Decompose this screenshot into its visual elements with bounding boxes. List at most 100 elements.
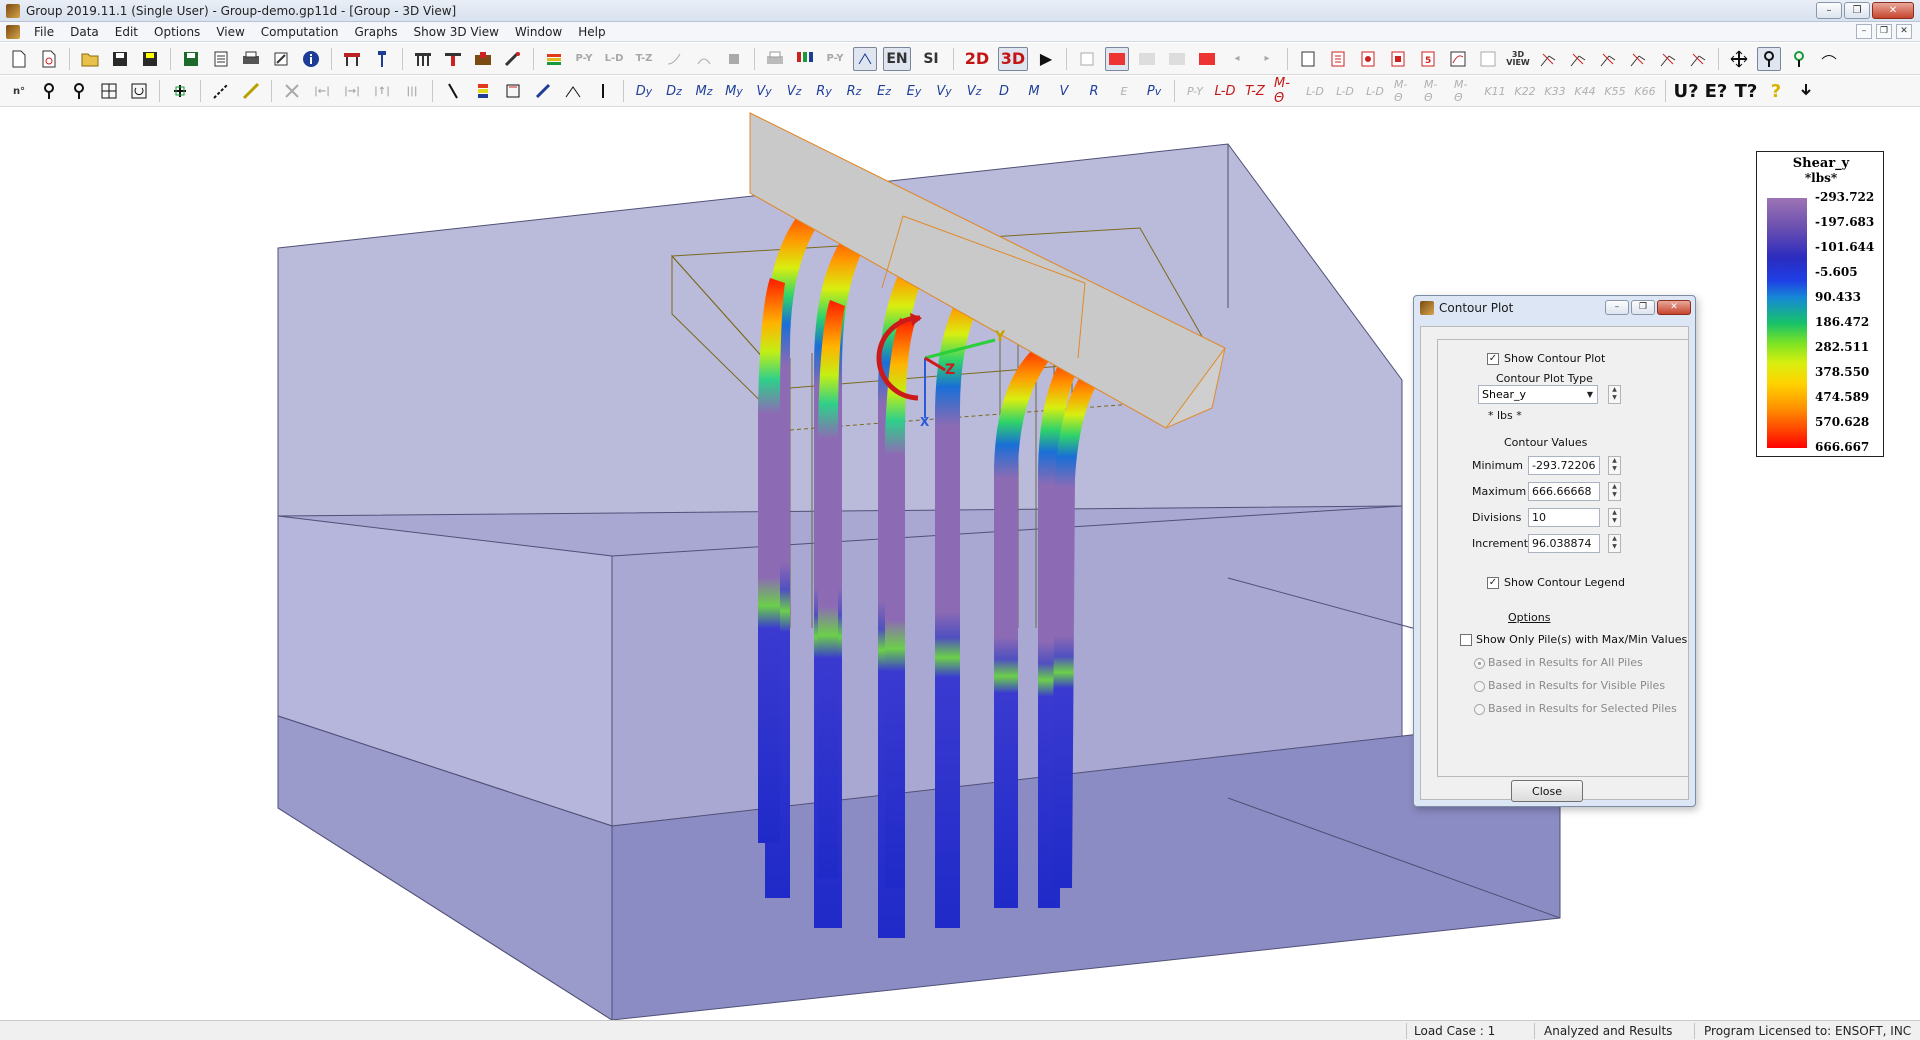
stiffness-y-icon[interactable]: Ey bbox=[902, 79, 926, 103]
k11-irp-icon[interactable]: K11 bbox=[1483, 79, 1507, 103]
report-page-icon[interactable] bbox=[1296, 47, 1320, 71]
refresh-icon[interactable] bbox=[127, 79, 151, 103]
move-right-icon[interactable]: |→| bbox=[340, 79, 364, 103]
pin-icon[interactable] bbox=[37, 79, 61, 103]
pile-cap-icon[interactable] bbox=[340, 47, 364, 71]
menu-view[interactable]: View bbox=[208, 25, 252, 39]
dialog-maximize-button[interactable]: ❐ bbox=[1631, 300, 1655, 315]
doc-restore-button[interactable]: ❐ bbox=[1876, 24, 1892, 39]
case-icon[interactable] bbox=[1105, 46, 1129, 71]
ld-irp2-icon[interactable]: L-D bbox=[1333, 79, 1357, 103]
show-contour-legend-checkbox[interactable]: ✓ bbox=[1487, 577, 1499, 589]
select-pile-icon[interactable] bbox=[1757, 46, 1781, 71]
deflection-d-icon[interactable]: D bbox=[992, 79, 1016, 103]
minimize-button[interactable]: – bbox=[1816, 2, 1842, 19]
load-level-icon[interactable] bbox=[591, 79, 615, 103]
k66-irp-icon[interactable]: K66 bbox=[1633, 79, 1657, 103]
contour-icon[interactable] bbox=[471, 79, 495, 103]
radio-all-piles[interactable] bbox=[1474, 658, 1485, 669]
results-icon[interactable] bbox=[1386, 47, 1410, 71]
ld-pile-icon[interactable] bbox=[853, 46, 877, 71]
document-icon[interactable] bbox=[6, 24, 20, 39]
radio-selected-piles[interactable] bbox=[1474, 704, 1485, 715]
shear-curve-icon[interactable] bbox=[692, 47, 716, 71]
new-template-icon[interactable] bbox=[37, 47, 61, 71]
rotate-xz-icon[interactable] bbox=[1566, 47, 1590, 71]
menu-edit[interactable]: Edit bbox=[107, 25, 146, 39]
menu-graphs[interactable]: Graphs bbox=[346, 25, 405, 39]
move-up-icon[interactable]: |↑| bbox=[370, 79, 394, 103]
save-icon[interactable] bbox=[108, 47, 132, 71]
load-arrow-icon[interactable] bbox=[561, 79, 585, 103]
increment-spinner[interactable]: ▲ ▼ bbox=[1608, 534, 1621, 553]
help-e-button[interactable]: E? bbox=[1704, 79, 1728, 103]
help-u-button[interactable]: U? bbox=[1673, 79, 1698, 103]
graph-alt-icon[interactable] bbox=[1476, 47, 1500, 71]
stiffness-e-icon[interactable]: E bbox=[1112, 79, 1136, 103]
grid-icon[interactable] bbox=[97, 79, 121, 103]
rotate-yz-icon[interactable] bbox=[1596, 47, 1620, 71]
save-results-icon[interactable] bbox=[179, 47, 203, 71]
m-theta-irp-icon[interactable]: M-Θ bbox=[1393, 78, 1417, 104]
doc-minimize-button[interactable]: – bbox=[1856, 24, 1872, 39]
soil-icon[interactable] bbox=[471, 47, 495, 71]
maximum-spinner[interactable]: ▲ ▼ bbox=[1608, 482, 1621, 501]
save-as-icon[interactable] bbox=[138, 47, 162, 71]
shear-vz-icon[interactable]: Vz bbox=[962, 79, 986, 103]
loads-icon[interactable] bbox=[501, 47, 525, 71]
ld-irp3-icon[interactable]: L-D bbox=[1363, 79, 1387, 103]
pan-icon[interactable] bbox=[1727, 47, 1751, 71]
section-icon[interactable] bbox=[501, 79, 525, 103]
rotate-z-icon[interactable] bbox=[1686, 47, 1710, 71]
menu-options[interactable]: Options bbox=[146, 25, 208, 39]
print-icon[interactable] bbox=[239, 47, 263, 71]
dxf-icon[interactable]: 5 bbox=[1416, 47, 1440, 71]
node-icon[interactable]: n° bbox=[7, 79, 31, 103]
shear-z-icon[interactable]: Vz bbox=[782, 79, 806, 103]
k55-irp-icon[interactable]: K55 bbox=[1603, 79, 1627, 103]
single-pile-icon[interactable] bbox=[370, 47, 394, 71]
pile-vertical-icon[interactable]: Pv bbox=[1142, 79, 1166, 103]
summary-icon[interactable] bbox=[1356, 47, 1380, 71]
help-question-button[interactable]: ? bbox=[1764, 79, 1788, 103]
delete-pile-icon[interactable] bbox=[280, 79, 304, 103]
menu-help[interactable]: Help bbox=[570, 25, 613, 39]
increment-input[interactable] bbox=[1528, 534, 1600, 553]
pile-group-icon[interactable] bbox=[411, 47, 435, 71]
view-2d-button[interactable]: 2D bbox=[962, 47, 992, 71]
moment-z-icon[interactable]: Mz bbox=[692, 79, 716, 103]
close-button[interactable]: ✕ bbox=[1872, 2, 1914, 19]
doc-close-button[interactable]: ✕ bbox=[1896, 24, 1912, 39]
minimum-spinner[interactable]: ▲ ▼ bbox=[1608, 456, 1621, 475]
deflection-z-icon[interactable]: Dz bbox=[662, 79, 686, 103]
ld-curve-icon[interactable]: L-D bbox=[602, 47, 626, 71]
pile-layout-icon[interactable] bbox=[168, 79, 192, 103]
report-icon[interactable] bbox=[209, 47, 233, 71]
edit-icon[interactable] bbox=[269, 47, 293, 71]
shear-v-icon[interactable]: V bbox=[1052, 79, 1076, 103]
reaction-r-icon[interactable]: R bbox=[1082, 79, 1106, 103]
shear-y-icon[interactable]: Vy bbox=[752, 79, 776, 103]
measure-icon[interactable] bbox=[239, 79, 263, 103]
layers-icon[interactable] bbox=[542, 47, 566, 71]
english-units-button[interactable]: EN bbox=[883, 46, 911, 71]
dialog-title-bar[interactable]: Contour Plot – ❐ ✕ bbox=[1414, 296, 1695, 320]
dimension-icon[interactable] bbox=[209, 79, 233, 103]
next-case-icon[interactable]: ▸ bbox=[1255, 47, 1279, 71]
stiffness-z-icon[interactable]: Ez bbox=[872, 79, 896, 103]
restore-button[interactable]: ❐ bbox=[1844, 2, 1870, 19]
combination-icon[interactable] bbox=[1135, 47, 1159, 71]
envelope-icon[interactable] bbox=[1165, 47, 1189, 71]
contour-plot-type-select[interactable]: Shear_y ▼ bbox=[1478, 385, 1598, 404]
previous-case-icon[interactable]: ◂ bbox=[1225, 47, 1249, 71]
pile-color-icon[interactable] bbox=[793, 47, 817, 71]
show-contour-plot-checkbox[interactable]: ✓ bbox=[1487, 353, 1499, 365]
pile-spacing-icon[interactable]: ||| bbox=[400, 79, 424, 103]
m-theta-irp2-icon[interactable]: M-Θ bbox=[1423, 78, 1447, 104]
graph-icon[interactable] bbox=[1446, 47, 1470, 71]
k33-irp-icon[interactable]: K33 bbox=[1543, 79, 1567, 103]
si-units-button[interactable]: SI bbox=[917, 47, 945, 71]
menu-data[interactable]: Data bbox=[62, 25, 107, 39]
minimum-input[interactable] bbox=[1528, 456, 1600, 475]
update-icon[interactable] bbox=[1794, 79, 1818, 103]
